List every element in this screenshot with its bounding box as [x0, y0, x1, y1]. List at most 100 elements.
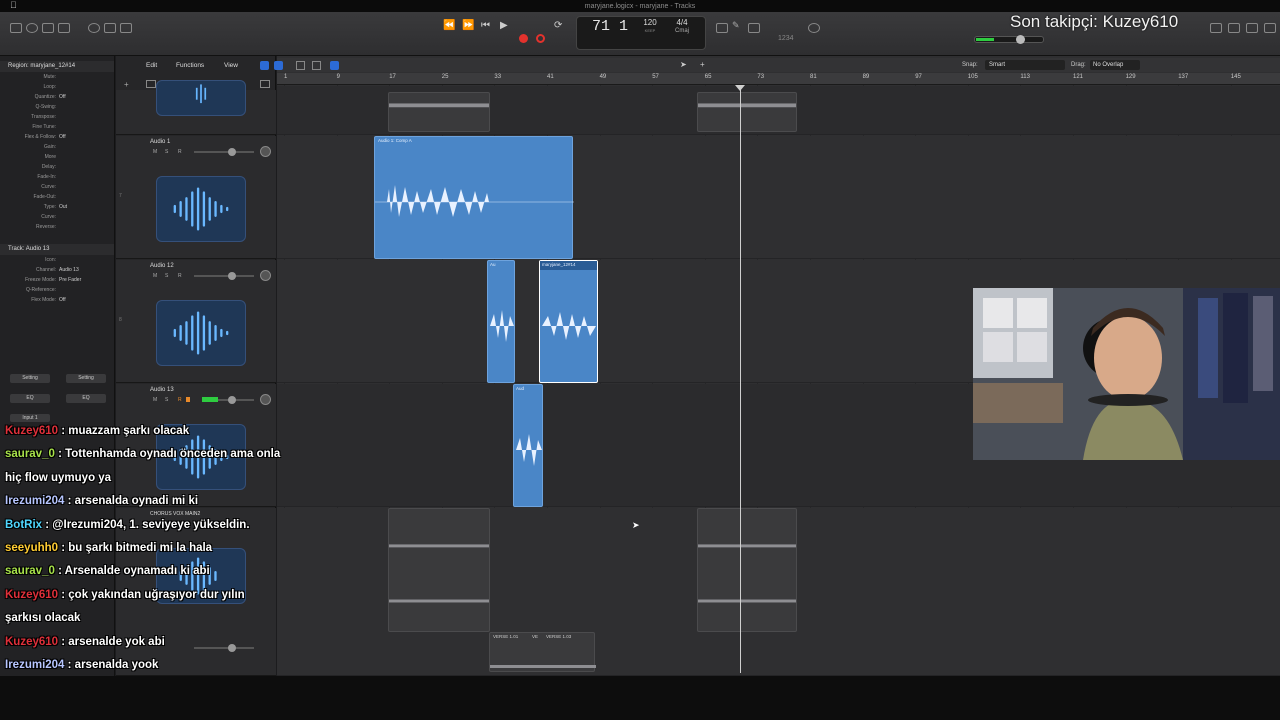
- track-param-row[interactable]: Freeze Mode: Pre Fader: [0, 275, 114, 285]
- add-track-icon[interactable]: +: [124, 80, 129, 89]
- secondary-tool-icon[interactable]: +: [700, 60, 705, 69]
- quick-help-icon[interactable]: [42, 23, 54, 33]
- audio-region[interactable]: [697, 92, 797, 132]
- track-header-audio-12[interactable]: Audio 12 8 M S R: [116, 260, 276, 383]
- setting-button-1[interactable]: Setting: [10, 374, 50, 383]
- volume-knob[interactable]: [228, 644, 236, 652]
- audio-region-chorus[interactable]: [388, 508, 490, 632]
- eq-button-1[interactable]: EQ: [10, 394, 50, 403]
- notepad-icon[interactable]: [1210, 23, 1222, 33]
- region-param-row[interactable]: Flex & Follow: Off: [0, 132, 114, 142]
- solo-button[interactable]: S: [165, 273, 168, 279]
- audio-region-maryjane[interactable]: maryjane_12#14: [539, 260, 598, 383]
- volume-knob[interactable]: [228, 272, 236, 280]
- volume-slider[interactable]: [194, 151, 254, 153]
- list-view-icon[interactable]: [274, 61, 283, 70]
- mute-button[interactable]: M: [153, 273, 157, 279]
- list-editors-icon[interactable]: [716, 23, 728, 33]
- track-inspector-header[interactable]: Track: Audio 13: [0, 244, 114, 255]
- track-options-icon[interactable]: [146, 80, 156, 88]
- replace-record-icon[interactable]: [536, 34, 545, 43]
- region-param-row[interactable]: Gain:: [0, 142, 114, 152]
- track-name[interactable]: Audio 13: [150, 387, 174, 393]
- region-param-row[interactable]: Curve:: [0, 212, 114, 222]
- audio-region-aud[interactable]: Aud: [513, 384, 543, 507]
- mute-button[interactable]: M: [153, 397, 157, 403]
- track-param-row[interactable]: Channel: Audio 13: [0, 265, 114, 275]
- track-param-row[interactable]: Icon:: [0, 255, 114, 265]
- region-param-row[interactable]: Fade-In:: [0, 172, 114, 182]
- library-icon[interactable]: [10, 23, 22, 33]
- track-header-audio-13[interactable]: Audio 13 M S R: [116, 384, 276, 507]
- input-button[interactable]: Input 1: [10, 414, 50, 422]
- lcd-tempo[interactable]: 120: [640, 18, 660, 27]
- audio-region-comp-a[interactable]: Audio 1: Comp A: [374, 136, 574, 259]
- flex-icon[interactable]: [312, 61, 321, 70]
- view-menu[interactable]: View: [224, 62, 238, 69]
- region-param-row[interactable]: Quantize: Off: [0, 92, 114, 102]
- mute-button[interactable]: M: [153, 149, 157, 155]
- track-name[interactable]: Audio 12: [150, 263, 174, 269]
- record-enable-button[interactable]: R: [178, 273, 182, 279]
- apple-icon[interactable]: : [10, 0, 17, 10]
- audio-region-verse[interactable]: VERSE 1.01 VE VERSE 1.03: [489, 632, 596, 672]
- region-param-row[interactable]: Loop:: [0, 82, 114, 92]
- list-icon[interactable]: [1264, 23, 1276, 33]
- pan-knob[interactable]: [260, 270, 271, 281]
- fast-forward-icon[interactable]: ⏩: [462, 20, 474, 31]
- region-param-row[interactable]: More: [0, 152, 114, 162]
- count-in-icon[interactable]: [748, 23, 760, 33]
- track-name[interactable]: Audio 1: [150, 139, 170, 145]
- region-param-row[interactable]: Curve:: [0, 182, 114, 192]
- eq-button-2[interactable]: EQ: [66, 394, 106, 403]
- pan-knob[interactable]: [260, 146, 271, 157]
- loops-icon[interactable]: [1228, 23, 1240, 33]
- volume-slider[interactable]: [194, 647, 254, 649]
- catch-icon[interactable]: [330, 61, 339, 70]
- record-enable-button[interactable]: R: [178, 149, 182, 155]
- volume-slider[interactable]: [194, 275, 254, 277]
- functions-menu[interactable]: Functions: [176, 62, 204, 69]
- track-zoom-icon[interactable]: [260, 80, 270, 88]
- record-icon[interactable]: [519, 34, 528, 43]
- drag-select[interactable]: No Overlap: [1090, 60, 1140, 70]
- audio-region-chorus[interactable]: [697, 508, 797, 632]
- region-param-row[interactable]: Q-Swing:: [0, 102, 114, 112]
- track-header-top[interactable]: [116, 80, 276, 135]
- cycle-icon[interactable]: ⟳: [554, 20, 562, 31]
- track-param-row[interactable]: Flex Mode: Off: [0, 295, 114, 305]
- solo-button[interactable]: S: [165, 149, 168, 155]
- master-volume-knob[interactable]: [1016, 35, 1025, 44]
- track-name[interactable]: CHORUS VOX MAIN2: [150, 511, 200, 517]
- region-param-row[interactable]: Delay:: [0, 162, 114, 172]
- tuner-icon[interactable]: ✎: [732, 20, 744, 30]
- playhead[interactable]: [740, 85, 741, 673]
- smart-controls-icon[interactable]: [88, 23, 100, 33]
- automation-icon[interactable]: [296, 61, 305, 70]
- track-header-audio-1[interactable]: Audio 1 7 M S R: [116, 136, 276, 259]
- mixer-icon[interactable]: [104, 23, 116, 33]
- volume-knob[interactable]: [228, 148, 236, 156]
- region-param-row[interactable]: Fine Tune:: [0, 122, 114, 132]
- browsers-icon[interactable]: [1246, 23, 1258, 33]
- lcd-key[interactable]: Cmaj: [672, 28, 692, 34]
- metronome-icon[interactable]: [808, 23, 820, 33]
- info-icon[interactable]: [26, 23, 38, 33]
- play-icon[interactable]: ▶: [500, 20, 508, 31]
- region-param-row[interactable]: Reverse:: [0, 222, 114, 232]
- editors-icon[interactable]: [120, 23, 132, 33]
- input-monitor-icon[interactable]: [186, 397, 190, 402]
- record-enable-button[interactable]: R: [178, 397, 182, 403]
- region-param-row[interactable]: Mute:: [0, 72, 114, 82]
- snap-select[interactable]: Smart: [985, 60, 1065, 70]
- audio-region-au[interactable]: Au: [487, 260, 515, 383]
- toolbar-icon[interactable]: [58, 23, 70, 33]
- region-param-row[interactable]: Type: Out: [0, 202, 114, 212]
- grid-view-icon[interactable]: [260, 61, 269, 70]
- volume-slider[interactable]: [218, 399, 254, 401]
- volume-knob[interactable]: [228, 396, 236, 404]
- solo-button[interactable]: S: [165, 397, 168, 403]
- region-param-row[interactable]: Transpose:: [0, 112, 114, 122]
- rewind-icon[interactable]: ⏪: [443, 20, 455, 31]
- track-param-row[interactable]: Q-Reference:: [0, 285, 114, 295]
